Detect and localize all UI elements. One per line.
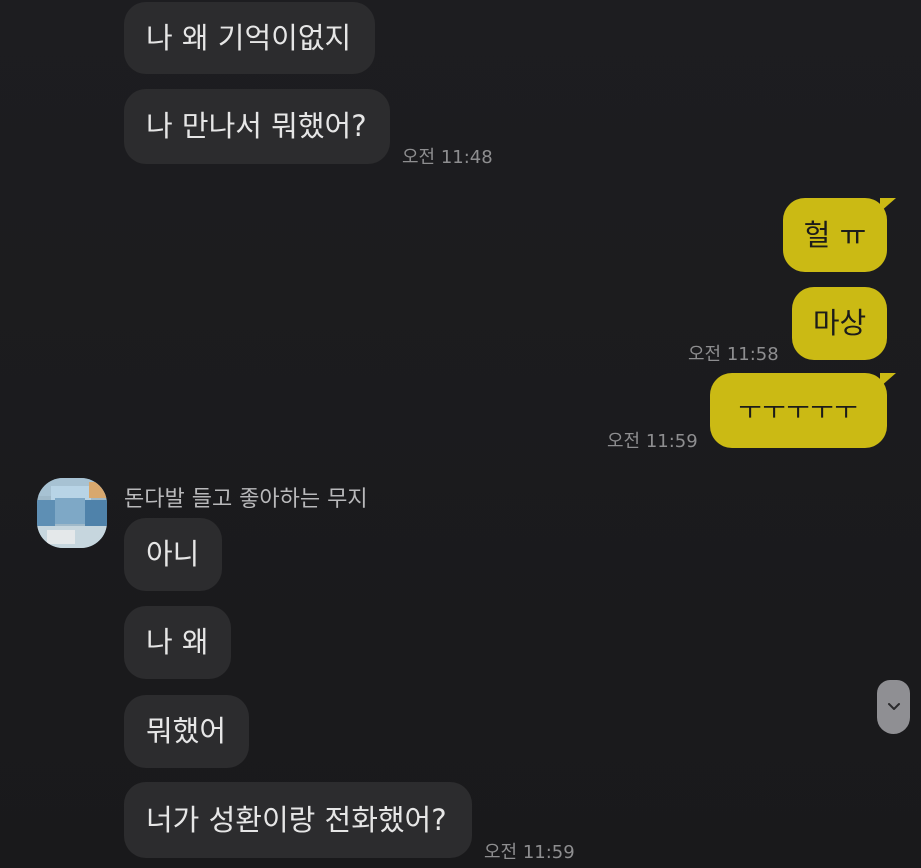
message-text: 아니 <box>146 537 200 571</box>
message-text: 마상 <box>812 306 867 340</box>
my-message-bubble[interactable]: 헐 ㅠ <box>783 198 896 272</box>
message-text: ㅜㅜㅜㅜㅜ <box>738 396 859 425</box>
chat-area[interactable]: 나 왜 기억이없지 나 만나서 뭐했어? 오전 11:48 헐 ㅠ 마상 오전 … <box>0 0 921 868</box>
timestamp: 오전 11:58 <box>688 344 779 365</box>
timestamp: 오전 11:59 <box>607 431 698 452</box>
message-bubble[interactable]: 나 만나서 뭐했어? <box>124 89 390 164</box>
timestamp: 오전 11:48 <box>402 147 493 168</box>
bubble-tail <box>880 198 896 212</box>
sender-name: 돈다발 들고 좋아하는 무지 <box>124 487 368 512</box>
my-message-bubble[interactable]: 마상 <box>792 287 887 360</box>
scroll-to-bottom-button[interactable] <box>877 680 910 734</box>
my-message-bubble[interactable]: ㅜㅜㅜㅜㅜ <box>710 373 896 448</box>
message-bubble[interactable]: 나 왜 기억이없지 <box>124 2 375 74</box>
message-bubble[interactable]: 나 왜 <box>124 606 231 679</box>
bubble-tail <box>880 373 896 387</box>
timestamp: 오전 11:59 <box>484 842 575 863</box>
message-bubble[interactable]: 아니 <box>124 518 222 591</box>
message-text: 헐 ㅠ <box>803 217 867 252</box>
message-bubble[interactable]: 뭐했어 <box>124 695 249 768</box>
message-text: 나 왜 <box>146 625 209 659</box>
avatar[interactable] <box>37 478 107 548</box>
message-bubble[interactable]: 너가 성환이랑 전화했어? <box>124 782 472 858</box>
message-text: 뭐했어 <box>146 714 227 748</box>
chevron-down-icon <box>887 702 901 712</box>
message-text: 너가 성환이랑 전화했어? <box>146 802 447 837</box>
message-text: 나 만나서 뭐했어? <box>146 109 367 143</box>
message-text: 나 왜 기억이없지 <box>146 20 352 55</box>
